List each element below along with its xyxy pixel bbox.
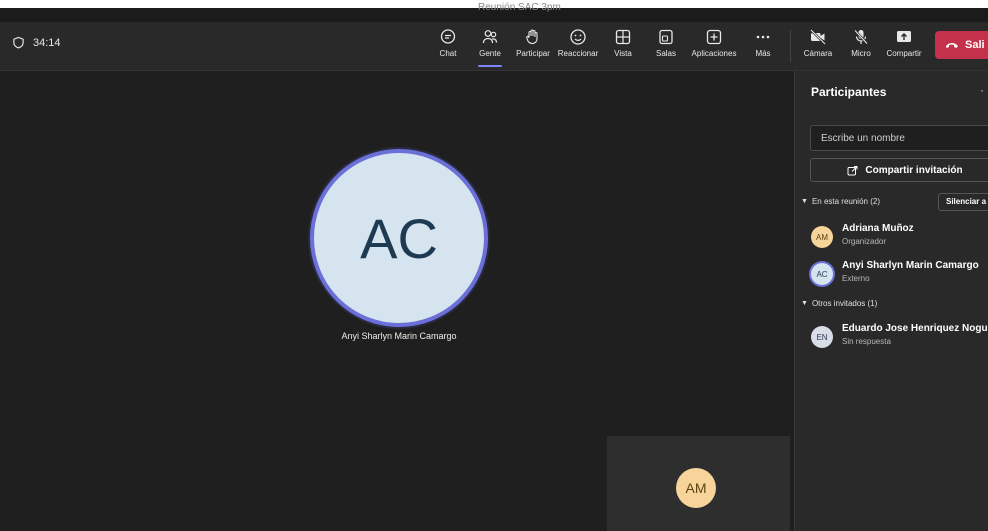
smiley-icon bbox=[569, 28, 587, 46]
shield-icon bbox=[13, 36, 24, 49]
share-label: Compartir bbox=[886, 49, 922, 58]
others-label: Otros invitados (1) bbox=[811, 299, 878, 308]
react-button[interactable]: Reaccionar bbox=[556, 26, 600, 66]
participant-avatar: AC bbox=[811, 263, 833, 285]
participant-initials: AC bbox=[816, 269, 828, 279]
raise-hand-icon bbox=[524, 28, 542, 46]
apps-label: Aplicaciones bbox=[691, 49, 737, 58]
leave-button[interactable]: Sali bbox=[935, 31, 988, 59]
participant-name: Anyi Sharlyn Marin Camargo bbox=[842, 260, 979, 271]
participant-avatar-large: AC bbox=[310, 149, 488, 327]
camera-button[interactable]: Cámara bbox=[796, 26, 840, 66]
leave-label: Sali bbox=[965, 39, 985, 51]
share-screen-icon bbox=[895, 28, 913, 46]
participant-role: Externo bbox=[842, 274, 870, 283]
chat-label: Chat bbox=[439, 49, 457, 58]
caret-down-icon: ▼ bbox=[801, 300, 808, 307]
participant-initials: EN bbox=[816, 332, 828, 342]
video-stage: AC Anyi Sharlyn Marin Camargo AM bbox=[0, 71, 794, 531]
participant-name: Adriana Muñoz bbox=[842, 223, 914, 234]
react-label: Reaccionar bbox=[557, 49, 599, 58]
camera-off-icon bbox=[809, 28, 827, 46]
more-label: Más bbox=[755, 49, 771, 58]
participant-role: Organizador bbox=[842, 237, 887, 246]
participant-row[interactable]: AM Adriana Muñoz Organizador bbox=[811, 223, 988, 253]
participants-panel: Participantes · Compartir invitación ▼ E… bbox=[794, 71, 988, 531]
window-title-bar: Reunión SAC 3pm bbox=[0, 0, 988, 22]
share-invite-button[interactable]: Compartir invitación bbox=[810, 158, 988, 182]
share-button[interactable]: Compartir bbox=[882, 26, 926, 66]
chat-icon bbox=[439, 28, 457, 46]
people-button[interactable]: Gente bbox=[468, 26, 512, 67]
participant-avatar: EN bbox=[811, 326, 833, 348]
raise-hand-button[interactable]: Participar bbox=[511, 26, 555, 66]
self-video-tile[interactable]: AM bbox=[607, 436, 790, 531]
participant-name: Anyi Sharlyn Marin Camargo bbox=[341, 331, 457, 341]
in-meeting-section[interactable]: ▼ En esta reunión (2) bbox=[801, 197, 880, 206]
share-invite-label: Compartir invitación bbox=[865, 164, 963, 176]
view-button[interactable]: Vista bbox=[601, 26, 645, 66]
self-avatar: AM bbox=[676, 468, 716, 508]
participant-avatar: AM bbox=[811, 226, 833, 248]
apps-button[interactable]: Aplicaciones bbox=[686, 26, 742, 66]
participant-row[interactable]: AC Anyi Sharlyn Marin Camargo Externo bbox=[811, 260, 988, 290]
camera-label: Cámara bbox=[803, 49, 833, 58]
grid-view-icon bbox=[614, 28, 632, 46]
people-label: Gente bbox=[479, 49, 501, 58]
meeting-toolbar: 34:14 Chat Gente Participar Reaccionar V… bbox=[0, 22, 988, 71]
people-icon bbox=[481, 28, 499, 46]
meeting-timer: 34:14 bbox=[12, 36, 61, 49]
participant-role: Sin respuesta bbox=[842, 337, 891, 346]
add-apps-icon bbox=[705, 28, 723, 46]
phone-hangup-icon bbox=[946, 43, 958, 48]
share-icon bbox=[847, 165, 858, 175]
participant-initials: AM bbox=[816, 232, 828, 242]
more-button[interactable]: Más bbox=[741, 26, 785, 66]
participant-row[interactable]: EN Eduardo Jose Henriquez Nogu Sin respu… bbox=[811, 323, 988, 353]
mic-button[interactable]: Micro bbox=[839, 26, 883, 66]
panel-more-button[interactable]: · bbox=[980, 83, 984, 97]
rooms-button[interactable]: Salas bbox=[644, 26, 688, 66]
caret-down-icon: ▼ bbox=[801, 198, 808, 205]
view-label: Vista bbox=[614, 49, 632, 58]
in-meeting-label: En esta reunión (2) bbox=[811, 197, 880, 206]
panel-title: Participantes bbox=[811, 85, 887, 99]
mute-all-button[interactable]: Silenciar a bbox=[938, 193, 988, 211]
self-initials: AM bbox=[685, 480, 707, 496]
search-input[interactable] bbox=[810, 125, 988, 151]
breakout-rooms-icon bbox=[657, 28, 675, 46]
timer-text: 34:14 bbox=[33, 36, 61, 49]
participant-name: Eduardo Jose Henriquez Nogu bbox=[842, 323, 988, 334]
avatar-initials: AC bbox=[360, 206, 438, 270]
others-section[interactable]: ▼ Otros invitados (1) bbox=[801, 299, 877, 308]
toolbar-divider bbox=[790, 30, 791, 62]
mic-off-icon bbox=[852, 28, 870, 46]
rooms-label: Salas bbox=[655, 49, 676, 58]
raise-hand-label: Participar bbox=[516, 49, 550, 58]
more-icon bbox=[754, 28, 772, 46]
chat-button[interactable]: Chat bbox=[426, 26, 470, 66]
mic-label: Micro bbox=[851, 49, 871, 58]
window-title: Reunión SAC 3pm bbox=[478, 2, 561, 13]
